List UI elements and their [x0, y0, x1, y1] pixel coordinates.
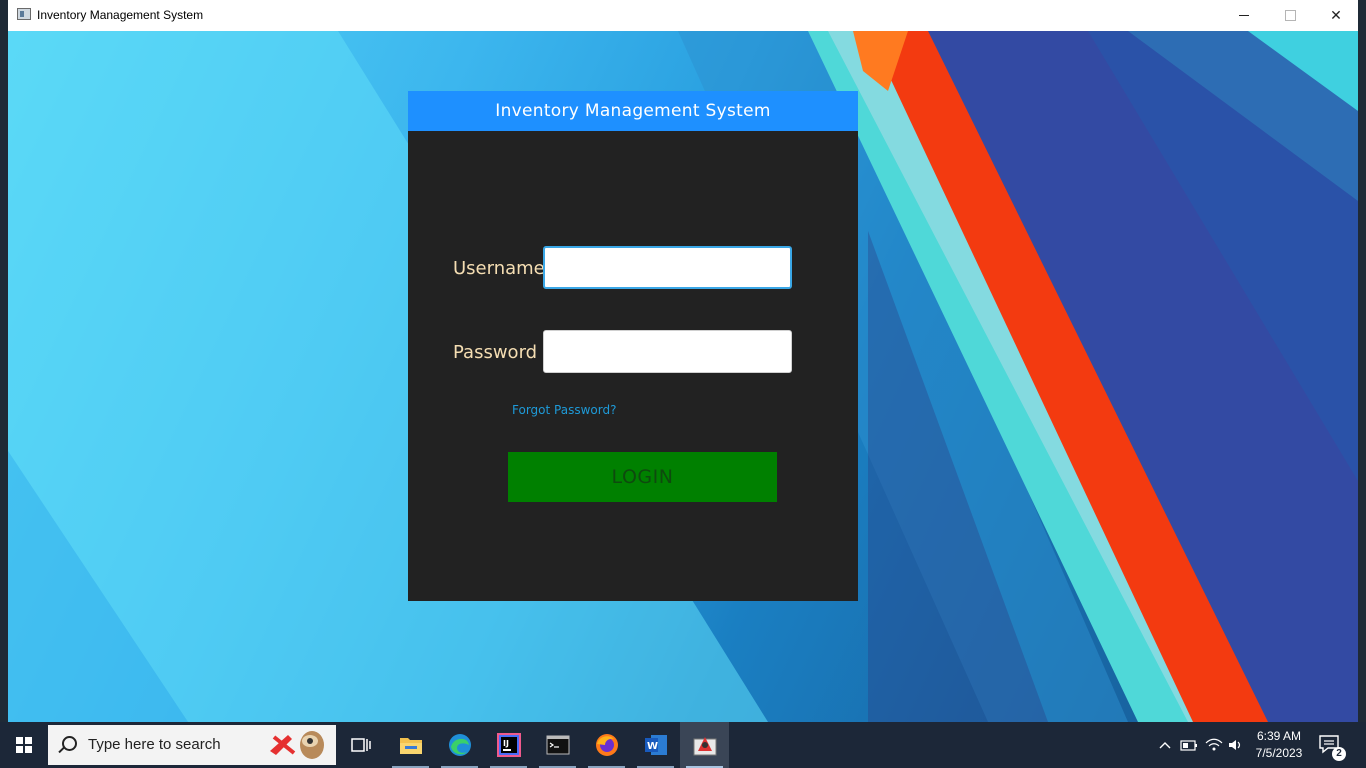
- terminal-icon: [546, 735, 569, 755]
- forgot-password-link[interactable]: Forgot Password?: [512, 403, 616, 417]
- taskbar-search[interactable]: Type here to search: [48, 725, 336, 765]
- svg-text:IJ: IJ: [503, 739, 509, 748]
- edge-icon: [448, 734, 471, 756]
- intellij-icon: IJ: [496, 733, 521, 757]
- wifi-icon: [1205, 738, 1223, 751]
- search-icon: [62, 736, 77, 751]
- username-label: Username: [453, 258, 545, 279]
- app-icon: [17, 8, 31, 20]
- folder-icon: [399, 738, 422, 754]
- network-button[interactable]: [1203, 722, 1225, 768]
- close-button[interactable]: ✕: [1313, 0, 1359, 31]
- volume-button[interactable]: [1226, 722, 1246, 768]
- file-explorer-button[interactable]: [386, 722, 435, 768]
- java-app-icon: [693, 737, 716, 756]
- intellij-button[interactable]: IJ: [484, 722, 533, 768]
- window-title: Inventory Management System: [37, 8, 204, 22]
- show-hidden-icons-button[interactable]: [1155, 722, 1175, 768]
- clock-time: 6:39 AM: [1256, 729, 1302, 743]
- battery-icon: [1180, 740, 1197, 751]
- close-icon: ✕: [1330, 7, 1342, 23]
- login-background: Inventory Management System Username Pas…: [8, 31, 1358, 722]
- taskbar: Type here to search IJ W 6:39 AM 7/5/202…: [0, 722, 1366, 768]
- panel-title: Inventory Management System: [408, 91, 858, 131]
- login-button[interactable]: LOGIN: [508, 452, 777, 502]
- chevron-up-icon: [1159, 742, 1171, 749]
- search-placeholder: Type here to search: [88, 736, 221, 753]
- password-input[interactable]: [543, 330, 792, 373]
- word-button[interactable]: W: [631, 722, 680, 768]
- speaker-icon: [1229, 740, 1241, 750]
- firefox-icon: [595, 734, 618, 756]
- battery-button[interactable]: [1178, 722, 1200, 768]
- search-highlight-icon: [270, 731, 324, 759]
- maximize-icon: [1284, 10, 1296, 21]
- login-panel: Inventory Management System Username Pas…: [408, 91, 858, 601]
- terminal-button[interactable]: [533, 722, 582, 768]
- password-label: Password: [453, 342, 538, 363]
- edge-button[interactable]: [435, 722, 484, 768]
- clock-date: 7/5/2023: [1255, 746, 1303, 760]
- maximize-button[interactable]: [1267, 0, 1313, 31]
- minimize-button[interactable]: [1221, 0, 1267, 31]
- windows-logo-icon: [16, 737, 32, 753]
- title-bar[interactable]: Inventory Management System ✕: [8, 0, 1358, 32]
- svg-text:W: W: [647, 741, 658, 752]
- start-button[interactable]: [0, 722, 48, 768]
- task-view-button[interactable]: [336, 722, 385, 768]
- firefox-button[interactable]: [582, 722, 631, 768]
- app-window: Inventory Management System ✕ Inventory …: [8, 0, 1358, 722]
- username-input[interactable]: [543, 246, 792, 289]
- word-icon: W: [644, 735, 667, 755]
- system-clock[interactable]: 6:39 AM 7/5/2023: [1245, 728, 1313, 762]
- task-view-icon: [350, 738, 371, 752]
- minimize-icon: [1239, 15, 1249, 16]
- java-app-button[interactable]: [680, 722, 729, 768]
- notification-badge: 2: [1332, 747, 1346, 761]
